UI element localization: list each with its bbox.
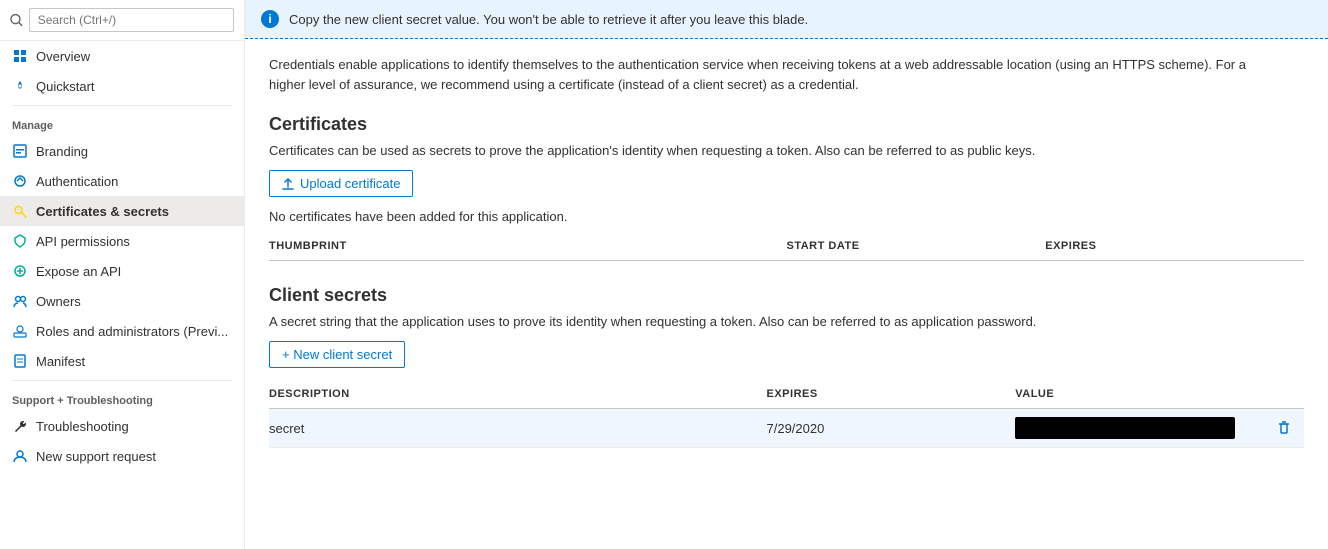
no-certificates-message: No certificates have been added for this… [269, 209, 1304, 224]
table-row: secret 7/29/2020 [269, 409, 1304, 448]
grid-icon [12, 48, 28, 64]
upload-icon [282, 178, 294, 190]
rocket-icon [12, 78, 28, 94]
client-secrets-title: Client secrets [269, 285, 1304, 306]
key-icon [12, 203, 28, 219]
owners-icon [12, 293, 28, 309]
sidebar-item-quickstart[interactable]: Quickstart [0, 71, 244, 101]
sidebar-item-apipermissions[interactable]: API permissions [0, 226, 244, 256]
sidebar-item-label-branding: Branding [36, 144, 88, 159]
info-banner-message: Copy the new client secret value. You wo… [289, 12, 808, 27]
sidebar-item-label-troubleshooting: Troubleshooting [36, 419, 129, 434]
sidebar-item-owners[interactable]: Owners [0, 286, 244, 316]
support-divider [12, 380, 232, 381]
apiperm-icon [12, 233, 28, 249]
certificates-title: Certificates [269, 114, 1304, 135]
roles-icon [12, 323, 28, 339]
sidebar: Overview Quickstart Manage Branding Auth… [0, 0, 245, 549]
client-secrets-section: Client secrets A secret string that the … [269, 285, 1304, 448]
sidebar-item-certsecrets[interactable]: Certificates & secrets [0, 196, 244, 226]
secret-col-description: DESCRIPTION [269, 388, 767, 400]
manage-section-label: Manage [0, 110, 244, 136]
certificates-desc: Certificates can be used as secrets to p… [269, 143, 1304, 158]
sidebar-item-label-owners: Owners [36, 294, 81, 309]
secret-description-cell: secret [269, 421, 767, 436]
upload-certificate-button[interactable]: Upload certificate [269, 170, 413, 197]
upload-certificate-label: Upload certificate [300, 176, 400, 191]
sidebar-item-branding[interactable]: Branding [0, 136, 244, 166]
sidebar-item-roles[interactable]: Roles and administrators (Previ... [0, 316, 244, 346]
new-client-secret-button[interactable]: + New client secret [269, 341, 405, 368]
secret-value-masked [1015, 417, 1235, 439]
sidebar-item-overview[interactable]: Overview [0, 41, 244, 71]
info-banner: i Copy the new client secret value. You … [245, 0, 1328, 39]
credentials-description: Credentials enable applications to ident… [269, 55, 1249, 94]
sidebar-item-label-apipermissions: API permissions [36, 234, 130, 249]
cert-col-startdate: START DATE [787, 240, 1046, 252]
secret-col-value: VALUE [1015, 388, 1264, 400]
branding-icon [12, 143, 28, 159]
search-icon [10, 13, 23, 27]
delete-secret-button[interactable] [1264, 420, 1304, 436]
main-content: i Copy the new client secret value. You … [245, 0, 1328, 549]
cert-col-expires: EXPIRES [1045, 240, 1304, 252]
sidebar-item-label-manifest: Manifest [36, 354, 85, 369]
sidebar-item-label-newsupport: New support request [36, 449, 156, 464]
client-secrets-desc: A secret string that the application use… [269, 314, 1304, 329]
manage-divider [12, 105, 232, 106]
newsupport-icon [12, 448, 28, 464]
sidebar-item-authentication[interactable]: Authentication [0, 166, 244, 196]
search-input[interactable] [29, 8, 234, 32]
exposeapi-icon [12, 263, 28, 279]
sidebar-item-label-authentication: Authentication [36, 174, 118, 189]
secrets-table-header: DESCRIPTION EXPIRES VALUE [269, 380, 1304, 409]
sidebar-item-troubleshooting[interactable]: Troubleshooting [0, 411, 244, 441]
manifest-icon [12, 353, 28, 369]
secret-col-expires: EXPIRES [767, 388, 1016, 400]
wrench-icon [12, 418, 28, 434]
sidebar-item-label-roles: Roles and administrators (Previ... [36, 324, 228, 339]
sidebar-item-exposeapi[interactable]: Expose an API [0, 256, 244, 286]
secret-expires-cell: 7/29/2020 [767, 421, 1016, 436]
certificates-table-header: THUMBPRINT START DATE EXPIRES [269, 232, 1304, 261]
certificates-section: Certificates Certificates can be used as… [269, 114, 1304, 261]
sidebar-item-manifest[interactable]: Manifest [0, 346, 244, 376]
sidebar-item-label-overview: Overview [36, 49, 90, 64]
auth-icon [12, 173, 28, 189]
sidebar-item-label-quickstart: Quickstart [36, 79, 95, 94]
secret-value-cell [1015, 417, 1264, 439]
cert-col-thumbprint: THUMBPRINT [269, 240, 787, 252]
sidebar-item-label-certsecrets: Certificates & secrets [36, 204, 169, 219]
secret-col-actions [1264, 388, 1304, 400]
new-client-secret-label: + New client secret [282, 347, 392, 362]
content-area: Credentials enable applications to ident… [245, 39, 1328, 549]
support-section-label: Support + Troubleshooting [0, 385, 244, 411]
sidebar-item-label-exposeapi: Expose an API [36, 264, 121, 279]
search-bar [0, 0, 244, 41]
info-icon: i [261, 10, 279, 28]
delete-icon [1276, 420, 1292, 436]
sidebar-item-newsupport[interactable]: New support request [0, 441, 244, 471]
sidebar-nav: Overview Quickstart Manage Branding Auth… [0, 41, 244, 549]
